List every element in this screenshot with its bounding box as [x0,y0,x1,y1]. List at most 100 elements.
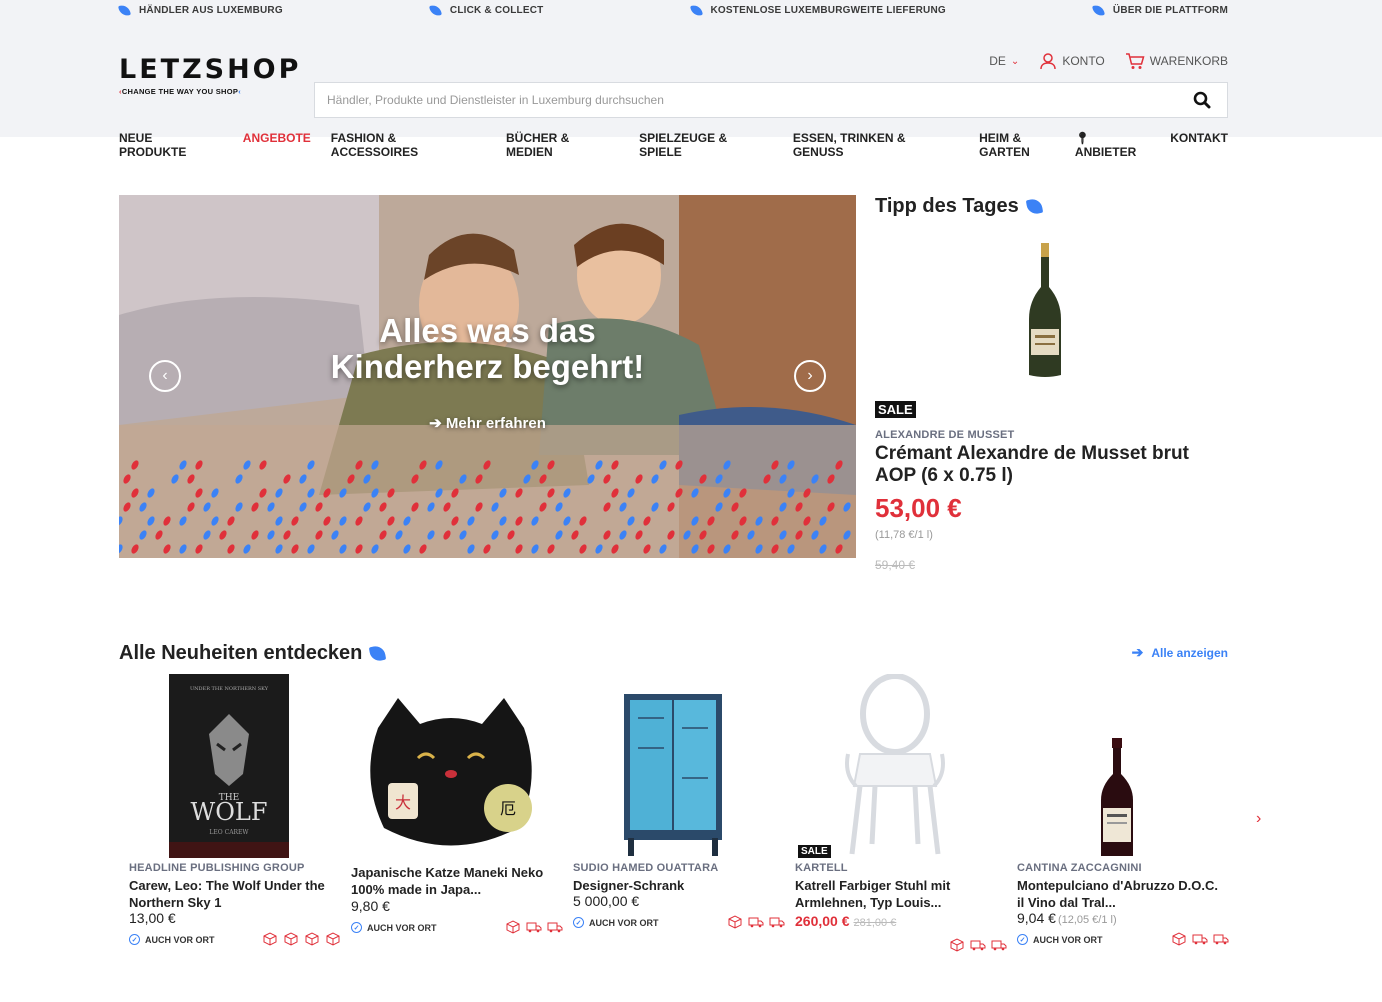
product-card[interactable]: 大 厄 Japanische Katze Maneki Neko 100% ma… [341,672,563,962]
product-price: 13,00 € [129,910,176,926]
product-brand[interactable]: ALEXANDRE DE MUSSET [875,429,1014,441]
product-name[interactable]: Katrell Farbiger Stuhl mit Armlehnen, Ty… [795,877,1005,911]
product-card[interactable]: CANTINA ZACCAGNINI Montepulciano d'Abruz… [1007,672,1229,962]
delivery-icons [505,920,563,934]
logo-tagline: ‹CHANGE THE WAY YOU SHOP‹ [119,87,241,96]
box-icon [325,932,341,946]
unit-price: (11,78 €/1 l) [875,529,933,541]
hero-title: Alles was das Kinderherz begehrt! [330,312,645,385]
product-image-wine [1017,672,1217,858]
account-link[interactable]: KONTO [1039,52,1105,70]
truck-icon [769,915,785,928]
arrow-right-icon: ➔ [1131,644,1144,660]
product-name[interactable]: Japanische Katze Maneki Neko 100% made i… [351,864,561,898]
old-price: 281,00 € [853,917,897,929]
product-price: 5 000,00 € [573,893,640,909]
arrow-right-icon: ➔ [429,415,442,432]
product-image-cremant[interactable] [1025,243,1065,379]
logo[interactable]: LETZSHOP ‹CHANGE THE WAY YOU SHOP‹ [119,54,302,97]
nav-vendors[interactable]: 📍︎ANBIETER [1075,131,1151,159]
tip-of-the-day: Tipp des Tages SALE ALEXANDRE DE MUSSET … [875,195,1225,572]
site-header: LETZSHOP ‹CHANGE THE WAY YOU SHOP‹ DE ⌄ K… [0,20,1382,159]
new-products-title: Alle Neuheiten entdecken [119,642,387,665]
box-icon [283,932,299,946]
tip-title: Tipp des Tages [875,195,1225,218]
hero-prev-button[interactable]: ‹ [149,360,181,392]
truck-icon [1213,932,1229,945]
delivery-icons [727,915,785,929]
leaf-icon [1092,3,1105,17]
product-card[interactable]: SUDIO HAMED OUATTARA Designer-Schrank 5 … [563,672,785,962]
check-icon: ✓ [1017,934,1028,945]
nav-books[interactable]: BÜCHER & MEDIEN [506,131,619,159]
search-input[interactable] [315,83,1177,117]
hero-banner[interactable]: Alles was das Kinderherz begehrt! ➔ Mehr … [119,195,856,558]
product-brand[interactable]: KARTELL [795,862,848,874]
check-icon: ✓ [129,934,140,945]
box-icon [1171,932,1187,946]
product-brand[interactable]: HEADLINE PUBLISHING GROUP [129,862,305,874]
nav-home[interactable]: HEIM & GARTEN [979,131,1075,159]
unit-price: (12,05 €/1 l) [1057,914,1117,926]
topbar-item-about[interactable]: ÜBER DIE PLATTFORM [1092,3,1228,17]
chevron-down-icon: ⌄ [1010,55,1020,67]
leaf-icon [1025,197,1043,216]
product-image-cabinet [573,672,773,858]
cart-link[interactable]: WARENKORB [1125,52,1228,70]
product-name[interactable]: Designer-Schrank [573,877,783,894]
user-icon [1040,53,1057,70]
nav-contact[interactable]: KONTAKT [1170,131,1228,159]
delivery-icons [949,938,1007,952]
show-all-link[interactable]: ➔ Alle anzeigen [1132,644,1228,661]
box-icon [262,932,278,946]
product-brand[interactable]: SUDIO HAMED OUATTARA [573,862,718,874]
topbar-item-merchants[interactable]: HÄNDLER AUS LUXEMBURG [118,3,283,17]
language-select[interactable]: DE ⌄ [989,54,1019,68]
product-name[interactable]: Carew, Leo: The Wolf Under the Northern … [129,877,339,911]
box-icon [505,920,521,934]
leaf-icon [118,3,131,17]
topbar-item-click-collect[interactable]: CLICK & COLLECT [429,3,544,17]
box-icon [727,915,743,929]
carousel-next-button[interactable]: › [1256,810,1261,828]
product-brand[interactable]: CANTINA ZACCAGNINI [1017,862,1142,874]
svg-text:WOLF: WOLF [191,798,268,826]
product-price: 9,04 € (12,05 €/1 l) [1017,910,1117,926]
nav-toys[interactable]: SPIELZEUGE & SPIELE [639,131,773,159]
truck-icon [526,920,542,933]
check-icon: ✓ [573,917,584,928]
in-store-label: ✓ AUCH VOR ORT [573,917,659,928]
check-icon: ✓ [351,922,362,933]
product-price: 9,80 € [351,898,390,914]
topbar-item-delivery[interactable]: KOSTENLOSE LUXEMBURGWEITE LIEFERUNG [689,3,946,17]
product-carousel: UNDER THE NORTHERN SKY THE WOLF LEO CARE… [119,672,1229,962]
main-nav: NEUE PRODUKTE ANGEBOTE FASHION & ACCESSO… [119,131,1228,159]
nav-food[interactable]: ESSEN, TRINKEN & GENUSS [793,131,959,159]
leaf-icon [429,3,442,17]
search-button[interactable] [1177,83,1227,117]
box-icon [304,932,320,946]
svg-text:厄: 厄 [500,799,516,818]
in-store-label: ✓ AUCH VOR ORT [129,934,215,945]
product-price: 260,00 €281,00 € [795,913,897,929]
svg-text:LEO CAREW: LEO CAREW [209,829,249,836]
cart-icon [1125,53,1145,69]
hero-next-button[interactable]: › [794,360,826,392]
hero-cta-link[interactable]: ➔ Mehr erfahren [119,414,856,432]
truck-icon [748,915,764,928]
product-card[interactable]: KARTELL Katrell Farbiger Stuhl mit Armle… [785,672,1007,962]
product-card[interactable]: UNDER THE NORTHERN SKY THE WOLF LEO CARE… [119,672,341,962]
nav-new-products[interactable]: NEUE PRODUKTE [119,131,223,159]
nav-offers[interactable]: ANGEBOTE [243,131,311,159]
search-icon [1193,91,1211,109]
logo-wordmark: LETZSHOP [119,54,302,85]
delivery-icons [262,932,341,946]
in-store-label: ✓ AUCH VOR ORT [351,922,437,933]
nav-fashion[interactable]: FASHION & ACCESSOIRES [331,131,486,159]
product-name[interactable]: Montepulciano d'Abruzzo D.O.C. il Vino d… [1017,877,1227,911]
product-name[interactable]: Crémant Alexandre de Musset brut AOP (6 … [875,443,1195,487]
svg-text:UNDER THE NORTHERN SKY: UNDER THE NORTHERN SKY [190,686,269,692]
utility-nav: DE ⌄ KONTO WARENKORB [969,52,1228,70]
search-bar [314,82,1228,118]
box-icon [949,938,965,952]
